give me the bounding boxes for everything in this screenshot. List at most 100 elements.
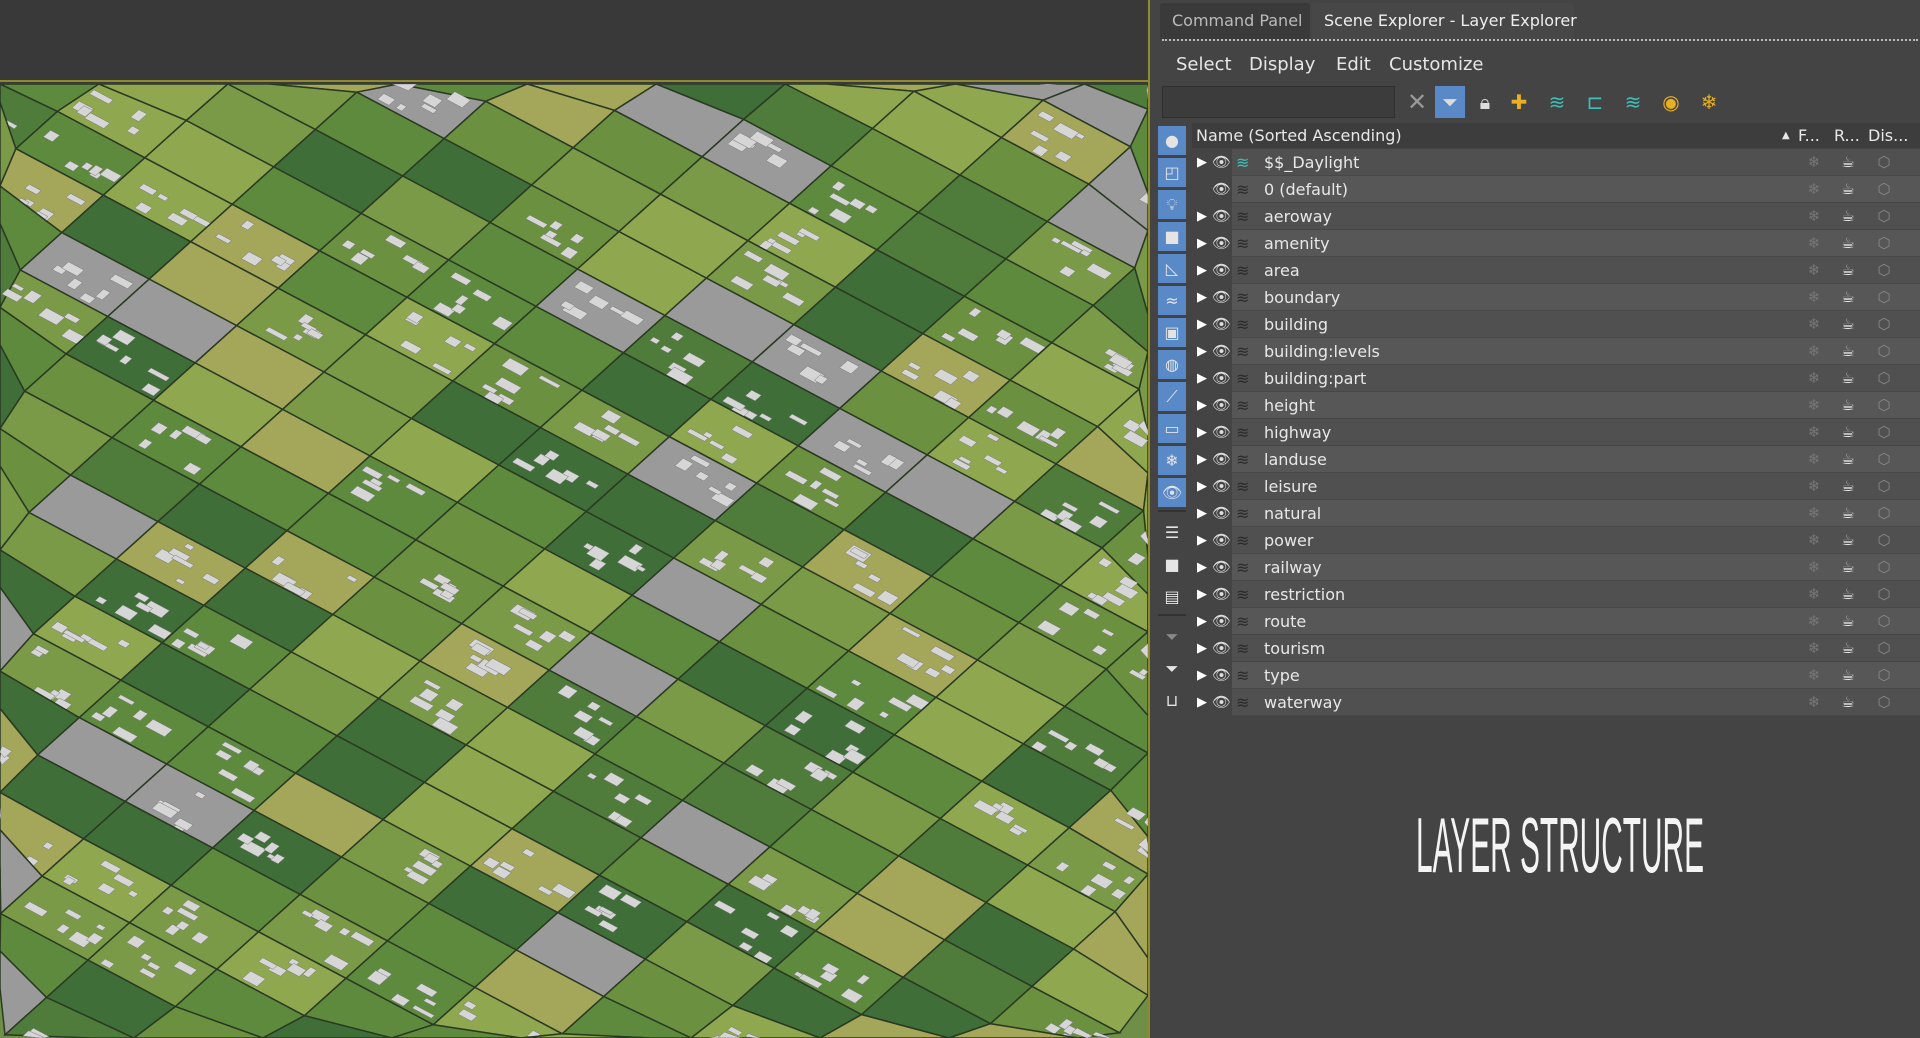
layer-name[interactable]: building:levels [1264, 338, 1380, 365]
layer-stack-icon[interactable]: ≋ [1236, 419, 1249, 446]
freeze-snowflake-icon[interactable]: ❄ [1798, 554, 1830, 581]
display-box-icon[interactable]: ⬡ [1868, 365, 1900, 392]
display-box-icon[interactable]: ⬡ [1868, 338, 1900, 365]
expand-arrow-icon[interactable]: ▶ [1197, 149, 1207, 176]
freeze-snowflake-icon[interactable]: ❄ [1798, 338, 1830, 365]
layer-name[interactable]: building:part [1264, 365, 1366, 392]
layer-row[interactable]: ▶ 👁︎ ≋ landuse ❄ ☕︎ ⬡ [1192, 446, 1920, 473]
visibility-eye-icon[interactable]: 👁︎ [1212, 473, 1231, 500]
layer-name[interactable]: 0 (default) [1264, 176, 1348, 203]
visibility-eye-icon[interactable]: 👁︎ [1212, 500, 1231, 527]
move-to-layer-icon[interactable]: ≋ [1542, 86, 1572, 118]
expand-arrow-icon[interactable]: ▶ [1197, 284, 1207, 311]
cameras-filter-icon[interactable]: ■ [1158, 222, 1186, 251]
expand-arrow-icon[interactable]: ▶ [1197, 500, 1207, 527]
layer-row[interactable]: ▶ 👁︎ ≋ tourism ❄ ☕︎ ⬡ [1192, 635, 1920, 662]
frozen-filter-icon[interactable]: ❄ [1158, 446, 1186, 475]
freeze-snowflake-icon[interactable]: ❄ [1798, 203, 1830, 230]
render-teapot-icon[interactable]: ☕︎ [1832, 284, 1864, 311]
layer-row[interactable]: ▶ 👁︎ ≋ natural ❄ ☕︎ ⬡ [1192, 500, 1920, 527]
expand-arrow-icon[interactable]: ▶ [1197, 635, 1207, 662]
expand-arrow-icon[interactable]: ▶ [1197, 392, 1207, 419]
expand-arrow-icon[interactable]: ▶ [1197, 554, 1207, 581]
city-map-3d-view[interactable] [0, 84, 1148, 1038]
visibility-eye-icon[interactable]: 👁︎ [1212, 338, 1231, 365]
lock-icon[interactable]: 🔒︎ [1470, 86, 1500, 118]
display-box-icon[interactable]: ⬡ [1868, 149, 1900, 176]
layer-stack-icon[interactable]: ≋ [1236, 149, 1249, 176]
display-box-icon[interactable]: ⬡ [1868, 311, 1900, 338]
expand-arrow-icon[interactable]: ▶ [1197, 257, 1207, 284]
column-freeze[interactable]: F... [1798, 123, 1820, 148]
visibility-eye-icon[interactable]: 👁︎ [1212, 419, 1231, 446]
expand-arrow-icon[interactable]: ▶ [1197, 662, 1207, 689]
visibility-eye-icon[interactable]: 👁︎ [1212, 392, 1231, 419]
layer-row[interactable]: ▶ 👁︎ ≋ highway ❄ ☕︎ ⬡ [1192, 419, 1920, 446]
render-teapot-icon[interactable]: ☕︎ [1832, 527, 1864, 554]
freeze-snowflake-icon[interactable]: ❄ [1798, 662, 1830, 689]
layer-stack-icon[interactable]: ≋ [1236, 365, 1249, 392]
layer-row[interactable]: ▶ 👁︎ ≋ type ❄ ☕︎ ⬡ [1192, 662, 1920, 689]
layer-row[interactable]: ▶ 👁︎ ≋ railway ❄ ☕︎ ⬡ [1192, 554, 1920, 581]
container-icon[interactable]: ⊔ [1158, 686, 1186, 715]
freeze-snowflake-icon[interactable]: ❄ [1798, 230, 1830, 257]
layer-stack-icon[interactable]: ≋ [1236, 392, 1249, 419]
layer-name[interactable]: landuse [1264, 446, 1327, 473]
layer-stack-icon[interactable]: ≋ [1236, 635, 1249, 662]
layer-name[interactable]: power [1264, 527, 1313, 554]
display-box-icon[interactable]: ⬡ [1868, 419, 1900, 446]
layers-icon[interactable]: ≋ [1618, 86, 1648, 118]
layer-row[interactable]: ▶ 👁︎ ≋ amenity ❄ ☕︎ ⬡ [1192, 230, 1920, 257]
layer-name[interactable]: waterway [1264, 689, 1342, 716]
visibility-eye-icon[interactable]: 👁︎ [1212, 230, 1231, 257]
render-teapot-icon[interactable]: ☕︎ [1832, 473, 1864, 500]
layer-row[interactable]: ▶ 👁︎ ≋ power ❄ ☕︎ ⬡ [1192, 527, 1920, 554]
layer-stack-icon[interactable]: ≋ [1236, 284, 1249, 311]
render-teapot-icon[interactable]: ☕︎ [1832, 311, 1864, 338]
render-teapot-icon[interactable]: ☕︎ [1832, 230, 1864, 257]
layer-name[interactable]: natural [1264, 500, 1321, 527]
display-box-icon[interactable]: ⬡ [1868, 662, 1900, 689]
layer-row[interactable]: ▶ 👁︎ ≋ height ❄ ☕︎ ⬡ [1192, 392, 1920, 419]
freeze-snowflake-icon[interactable]: ❄ [1798, 635, 1830, 662]
layer-stack-icon[interactable]: ≋ [1236, 311, 1249, 338]
render-teapot-icon[interactable]: ☕︎ [1832, 419, 1864, 446]
layer-name[interactable]: leisure [1264, 473, 1317, 500]
render-teapot-icon[interactable]: ☕︎ [1832, 392, 1864, 419]
lights-filter-icon[interactable]: 💡︎ [1158, 190, 1186, 219]
layer-name[interactable]: route [1264, 608, 1306, 635]
expand-arrow-icon[interactable]: ▶ [1197, 230, 1207, 257]
hierarchy-icon[interactable]: ⊏ [1580, 86, 1610, 118]
filter-toggle-icon[interactable]: ⏷ [1158, 654, 1186, 683]
display-box-icon[interactable]: ⬡ [1868, 176, 1900, 203]
layer-stack-icon[interactable]: ≋ [1236, 527, 1249, 554]
layer-stack-icon[interactable]: ≋ [1236, 203, 1249, 230]
layer-row[interactable]: ▶ 👁︎ ≋ route ❄ ☕︎ ⬡ [1192, 608, 1920, 635]
visibility-eye-icon[interactable]: 👁︎ [1212, 284, 1231, 311]
display-box-icon[interactable]: ⬡ [1868, 392, 1900, 419]
menu-customize[interactable]: Customize [1389, 54, 1483, 75]
layer-name[interactable]: boundary [1264, 284, 1340, 311]
expand-arrow-icon[interactable]: ▶ [1197, 203, 1207, 230]
display-box-icon[interactable]: ⬡ [1868, 581, 1900, 608]
display-none-icon[interactable]: ■ [1158, 550, 1186, 579]
visibility-eye-icon[interactable]: 👁︎ [1212, 662, 1231, 689]
column-display[interactable]: Dis... [1868, 123, 1908, 148]
layer-name[interactable]: aeroway [1264, 203, 1332, 230]
display-box-icon[interactable]: ⬡ [1868, 284, 1900, 311]
filter-icon[interactable]: ⏷ [1435, 86, 1465, 118]
render-teapot-icon[interactable]: ☕︎ [1832, 365, 1864, 392]
freeze-snowflake-icon[interactable]: ❄ [1798, 284, 1830, 311]
expand-arrow-icon[interactable]: ▶ [1197, 473, 1207, 500]
display-box-icon[interactable]: ⬡ [1868, 689, 1900, 716]
freeze-snowflake-icon[interactable]: ❄ [1798, 257, 1830, 284]
freeze-snowflake-icon[interactable]: ❄ [1798, 149, 1830, 176]
column-render[interactable]: R... [1834, 123, 1860, 148]
layer-stack-icon[interactable]: ≋ [1236, 338, 1249, 365]
layer-row[interactable]: ▶ 👁︎ ≋ $$_Daylight ❄ ☕︎ ⬡ [1192, 149, 1920, 176]
render-teapot-icon[interactable]: ☕︎ [1832, 257, 1864, 284]
layer-row[interactable]: ▶ 👁︎ ≋ aeroway ❄ ☕︎ ⬡ [1192, 203, 1920, 230]
layer-stack-icon[interactable]: ≋ [1236, 581, 1249, 608]
layer-name[interactable]: area [1264, 257, 1300, 284]
layer-row[interactable]: ▶ 👁︎ ≋ building:part ❄ ☕︎ ⬡ [1192, 365, 1920, 392]
